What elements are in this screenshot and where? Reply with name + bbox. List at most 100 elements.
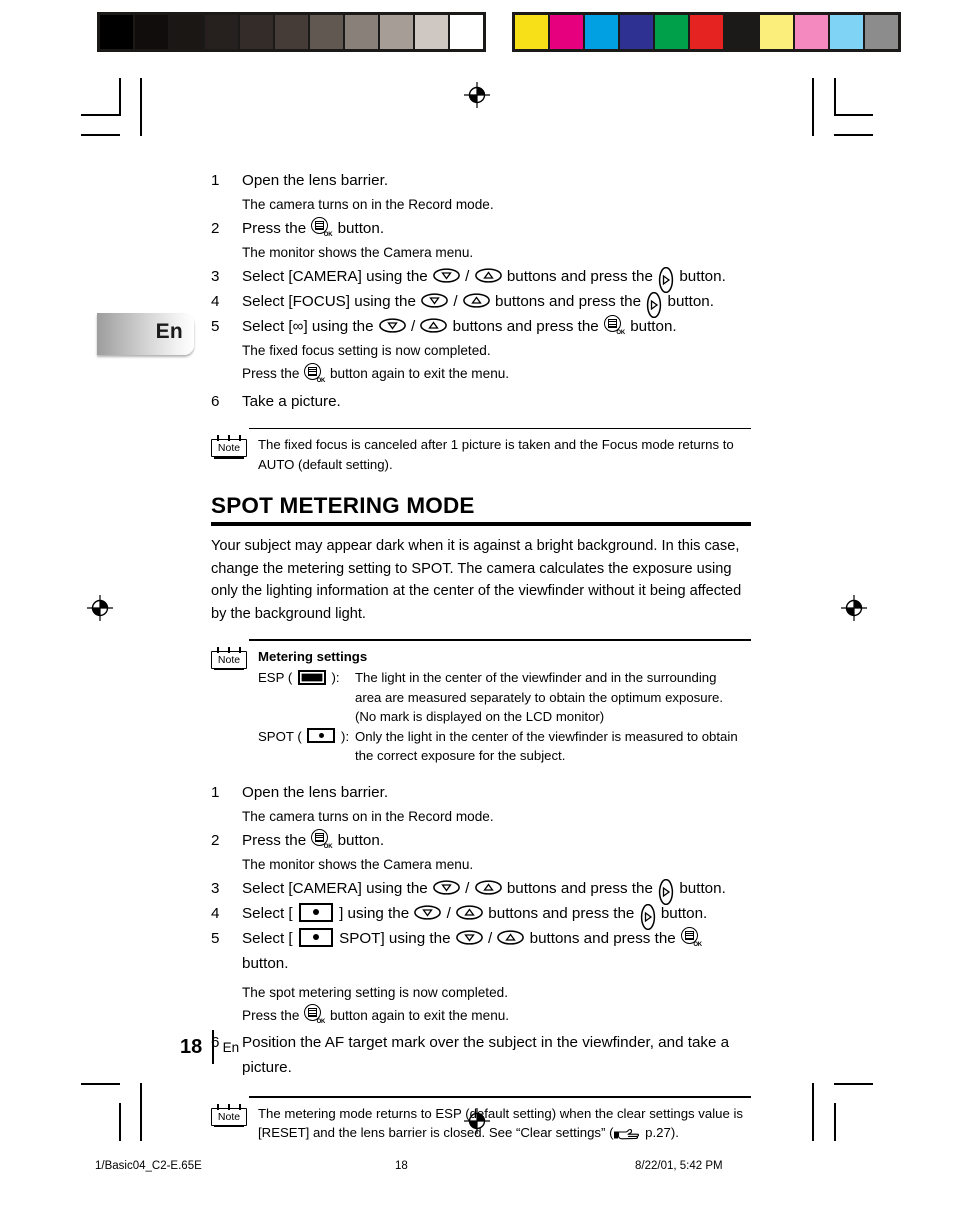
- crop-mark-tl-v2: [140, 78, 142, 136]
- crop-mark-tr-h: [834, 114, 873, 116]
- note-divider: [249, 639, 751, 641]
- note-badge: Note: [211, 1103, 247, 1128]
- step-6: 6 Take a picture.: [211, 389, 751, 414]
- calibration-swatch-5: [690, 15, 723, 49]
- step-1-note: The camera turns on in the Record mode.: [242, 808, 494, 824]
- print-footer-page: 18: [395, 1160, 408, 1172]
- page-number: 18: [180, 1035, 203, 1058]
- step-number: 3: [211, 268, 220, 285]
- step-text: Press the OK button.: [242, 828, 751, 853]
- right-arrow-button-icon: [658, 267, 674, 294]
- note-badge-shadow: [214, 668, 244, 670]
- step-number: 5: [211, 929, 220, 947]
- down-arrow-button-icon: [378, 318, 406, 333]
- down-arrow-button-icon: [433, 268, 460, 283]
- note-text: The fixed focus is canceled after 1 pict…: [258, 437, 734, 472]
- metering-setting-spot: SPOT ( ): Only the light in the center o…: [258, 727, 751, 747]
- crop-mark-br-v: [834, 1103, 836, 1141]
- crop-mark-tl-v: [119, 78, 121, 116]
- right-arrow-button-icon: [658, 879, 674, 906]
- note-badge-tabs: [217, 435, 241, 442]
- fixed-focus-steps: 1 Open the lens barrier. The camera turn…: [211, 168, 751, 414]
- step-text: Press the OK button.: [242, 216, 751, 241]
- page-title: SPOT METERING MODE: [211, 493, 475, 519]
- step-1: 1 Open the lens barrier.: [211, 168, 751, 193]
- right-arrow-button-icon: [646, 292, 662, 319]
- note-badge-tabs: [217, 1103, 241, 1110]
- down-arrow-button-icon: [433, 879, 460, 895]
- calibration-swatch-4: [240, 15, 273, 49]
- step-1-note: The camera turns on in the Record mode.: [242, 197, 494, 212]
- page-content: 1 Open the lens barrier. The camera turn…: [211, 168, 751, 1143]
- step-number: 2: [211, 831, 220, 849]
- step-number: 1: [211, 783, 220, 801]
- note-badge: Note: [211, 646, 247, 670]
- step-5: 5 Select [ SPOT] using the / buttons and…: [211, 926, 751, 976]
- down-arrow-button-icon: [455, 929, 483, 945]
- crop-mark-bl-v2: [140, 1083, 142, 1141]
- spot-metering-steps: 1 Open the lens barrier. The camera turn…: [211, 780, 751, 1081]
- print-footer: 1/Basic04_C2-E.65E 18 8/22/01, 5:42 PM: [95, 1160, 795, 1172]
- step-number: 2: [211, 220, 220, 237]
- crop-mark-tr-v2: [812, 78, 814, 136]
- menu-ok-button-icon: OK: [680, 927, 702, 948]
- step-text: Take a picture.: [242, 392, 341, 410]
- up-arrow-button-icon: [420, 318, 448, 333]
- step-6: 6 Position the AF target mark over the s…: [211, 1030, 751, 1080]
- step-1: 1 Open the lens barrier.: [211, 780, 751, 805]
- color-calibration-bar: [512, 12, 901, 52]
- calibration-swatch-4: [655, 15, 688, 49]
- note-block-metering-reset: Note The metering mode returns to ESP (d…: [211, 1096, 751, 1142]
- step-2-note: The monitor shows the Camera menu.: [242, 245, 474, 260]
- registration-mark-right: [841, 595, 867, 621]
- menu-ok-button-icon: OK: [311, 829, 333, 850]
- step-2: 2 Press the OK button.: [211, 216, 751, 241]
- down-arrow-button-icon: [414, 904, 442, 920]
- note-text: Metering settings ESP ( ): The light in …: [258, 647, 751, 766]
- calibration-swatch-9: [830, 15, 863, 49]
- up-arrow-button-icon: [462, 293, 490, 308]
- step-text-post: button.: [333, 220, 385, 237]
- note-badge-label: Note: [211, 650, 247, 669]
- step-3: 3 Select [CAMERA] using the / buttons an…: [211, 264, 751, 294]
- step-text: Select [FOCUS] using the / buttons and p…: [242, 289, 751, 319]
- step-5: 5 Select [∞] using the / buttons and pre…: [211, 314, 751, 339]
- esp-description-line-1: The light in the center of the viewfinde…: [355, 670, 717, 685]
- step-5-note-1: The spot metering setting is now complet…: [242, 984, 508, 1000]
- note-badge-shadow: [214, 457, 244, 459]
- registration-mark-top: [464, 82, 490, 108]
- calibration-swatch-5: [275, 15, 308, 49]
- menu-ok-button-icon: OK: [304, 1004, 325, 1025]
- esp-description-line-2: area are measured separately to obtain t…: [355, 689, 723, 705]
- step-5-note-2: Press the OK button again to exit the me…: [242, 1004, 751, 1028]
- page-language-label: En: [222, 1039, 240, 1055]
- crop-mark-tl-h: [81, 114, 120, 116]
- calibration-swatch-6: [310, 15, 343, 49]
- page-number-block: 18 En: [180, 1030, 239, 1064]
- calibration-swatch-7: [760, 15, 793, 49]
- spot-description-line-1: Only the light in the center of the view…: [355, 728, 738, 744]
- registration-mark-left: [87, 595, 113, 621]
- step-2-note: The monitor shows the Camera menu.: [242, 856, 474, 872]
- step-text-pre: Press the: [242, 220, 311, 237]
- menu-ok-button-icon: OK: [603, 315, 625, 336]
- note-badge-shadow: [214, 1125, 244, 1128]
- esp-metering-icon: [297, 669, 326, 685]
- language-tab-label: En: [155, 320, 183, 343]
- note-text: The metering mode returns to ESP (defaul…: [258, 1105, 744, 1141]
- note-badge: Note: [211, 435, 247, 459]
- menu-ok-button-icon: OK: [311, 217, 333, 238]
- crop-mark-tr-v: [834, 78, 836, 116]
- calibration-swatch-10: [450, 15, 483, 49]
- step-text: Open the lens barrier.: [242, 172, 389, 189]
- calibration-swatch-1: [135, 15, 168, 49]
- step-number: 1: [211, 172, 220, 189]
- print-footer-timestamp: 8/22/01, 5:42 PM: [635, 1160, 723, 1172]
- note-block-metering-settings: Note Metering settings ESP ( ): The ligh…: [211, 639, 751, 765]
- up-arrow-button-icon: [497, 929, 525, 945]
- step-3: 3 Select [CAMERA] using the / buttons an…: [211, 876, 751, 906]
- note-badge-label: Note: [211, 1107, 247, 1126]
- up-arrow-button-icon: [474, 268, 502, 283]
- grayscale-calibration-bar: [97, 12, 486, 52]
- calibration-swatch-2: [170, 15, 203, 49]
